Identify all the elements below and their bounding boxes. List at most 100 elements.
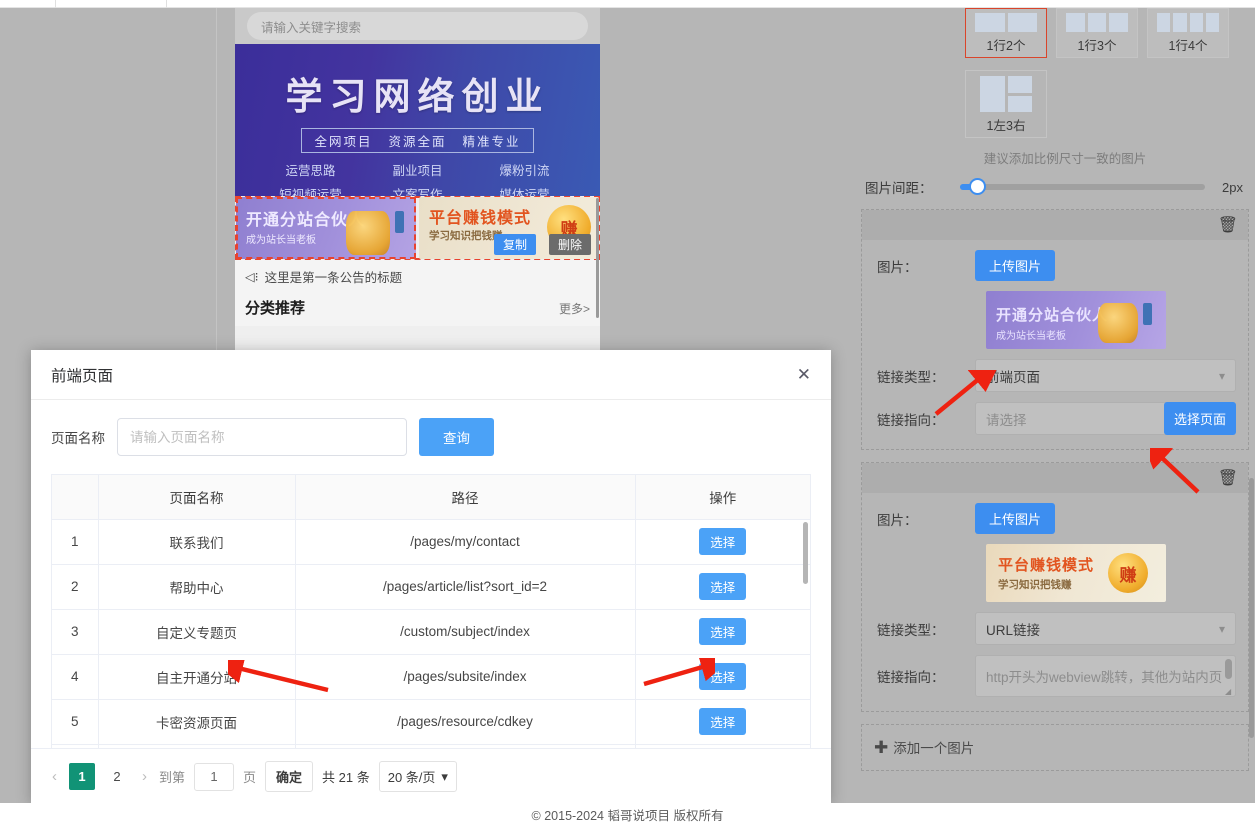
table-row[interactable]: 2 帮助中心 /pages/article/list?sort_id=2 选择: [52, 564, 810, 610]
preview-banner-2[interactable]: 平台赚钱模式 学习知识把钱赚 赚 复制 删除: [419, 197, 599, 259]
table-row[interactable]: 4 自主开通分站 /pages/subsite/index 选择: [52, 654, 810, 700]
image-spacing-slider[interactable]: [960, 178, 1205, 195]
link-type-row: 链接类型： 前端页面 ▾: [870, 359, 1236, 392]
goto-label: 到第: [159, 770, 186, 785]
hero-link: 副业项目: [392, 164, 443, 178]
preview-banner-row[interactable]: 开通分站合伙人 成为站长当老板 平台赚钱模式 学习知识把钱赚 赚 复制 删除: [235, 196, 600, 260]
chevron-down-icon: ▾: [1218, 621, 1225, 636]
select-row-button[interactable]: 选择: [699, 663, 747, 690]
page-table-wrapper: 页面名称 路径 操作 1 联系我们 /pages/my/contact 选择 2: [51, 474, 811, 764]
dialog-title: 前端页面: [51, 367, 114, 385]
select-row-button[interactable]: 选择: [699, 573, 747, 600]
banner-2-title: 平台赚钱模式: [429, 210, 532, 227]
link-type-select[interactable]: URL链接 ▾: [975, 612, 1236, 645]
table-scrollbar[interactable]: [803, 522, 808, 584]
resize-handle-icon[interactable]: ◢: [1225, 687, 1233, 696]
row-page-name: 帮助中心: [98, 564, 296, 610]
link-type-value: URL链接: [986, 622, 1041, 638]
image-thumbnail-2[interactable]: 平台赚钱模式 学习知识把钱赚 赚: [986, 544, 1166, 602]
browser-top-strip: [0, 0, 1255, 8]
search-input[interactable]: [117, 418, 407, 456]
select-page-button[interactable]: 选择页面: [1163, 402, 1236, 435]
link-target-label: 链接指向：: [877, 412, 945, 428]
preview-notice-bar[interactable]: ◁⁝ 这里是第一条公告的标题: [235, 260, 600, 293]
config-panel: 1行2个 1行3个 1行4个 1左3右 建议添加比例尺寸一致的图片 图片间距：: [855, 8, 1255, 803]
hero-tag-row: 全网项目 资源全面 精准专业: [301, 128, 534, 153]
chevron-left-icon[interactable]: ‹: [49, 768, 60, 785]
image-card-1: 🗑 图片： 上传图片 开通分站合伙人 成为站长当老板 链接类型： 前端页面 ▾ …: [861, 209, 1249, 450]
delete-button[interactable]: 删除: [548, 234, 591, 255]
section-title: 分类推荐: [245, 300, 306, 317]
image-card-2: 🗑 图片： 上传图片 平台赚钱模式 学习知识把钱赚 赚 链接类型： URL链接 …: [861, 462, 1249, 712]
layout-option-1row4[interactable]: 1行4个: [1147, 8, 1229, 58]
select-row-button[interactable]: 选择: [699, 528, 747, 555]
preview-search-input[interactable]: 请输入关键字搜索: [247, 12, 588, 40]
query-button[interactable]: 查询: [419, 418, 494, 456]
trash-icon[interactable]: 🗑: [1218, 468, 1238, 488]
layout-thumb-icon: [1057, 9, 1137, 35]
slider-knob[interactable]: [969, 178, 986, 195]
link-target-row: 链接指向： http开头为webview跳转，其他为站内页 ◢: [870, 655, 1236, 697]
select-row-button[interactable]: 选择: [699, 618, 747, 645]
image-label: 图片：: [877, 512, 918, 528]
layout-option-list: 1行2个 1行3个 1行4个: [855, 8, 1255, 58]
config-panel-scrollbar[interactable]: [1249, 478, 1254, 738]
image-spacing-label: 图片间距：: [865, 181, 933, 196]
preview-search-bar: 请输入关键字搜索: [235, 8, 600, 44]
link-type-select[interactable]: 前端页面 ▾: [975, 359, 1236, 392]
layout-thumb-icon: [966, 9, 1046, 35]
front-page-dialog: 前端页面 ✕ 页面名称 查询 页面名称 路径 操作: [31, 350, 831, 804]
coin-stack-icon: [346, 211, 390, 255]
page-size-select[interactable]: 20 条/页 ▾: [378, 761, 457, 792]
layout-option-label: 1行2个: [986, 39, 1026, 53]
image-row: 图片： 上传图片: [870, 250, 1236, 281]
preview-scrollbar[interactable]: [596, 198, 599, 318]
row-path: /custom/subject/index: [295, 609, 636, 655]
row-index: 4: [52, 654, 99, 700]
row-page-name: 自定义专题页: [98, 609, 296, 655]
upload-image-button[interactable]: 上传图片: [975, 503, 1056, 534]
confirm-page-button[interactable]: 确定: [265, 761, 314, 792]
hero-link: 运营思路: [285, 164, 336, 178]
layout-option-1row3[interactable]: 1行3个: [1056, 8, 1138, 58]
table-row[interactable]: 5 卡密资源页面 /pages/resource/cdkey 选择: [52, 699, 810, 745]
row-action: 选择: [635, 609, 810, 655]
app-root: 请输入关键字搜索 学习网络创业 全网项目 资源全面 精准专业 运营思路 副业项目…: [0, 0, 1255, 825]
page-number-1[interactable]: 1: [69, 763, 95, 790]
table-row[interactable]: 3 自定义专题页 /custom/subject/index 选择: [52, 609, 810, 655]
hero-link-grid: 运营思路 副业项目 爆粉引流 短视频运营 文案写作 媒体运营: [235, 160, 600, 196]
image-card-2-header: 🗑: [862, 463, 1248, 493]
link-target-placeholder: http开头为webview跳转，其他为站内页: [986, 670, 1223, 685]
trash-icon[interactable]: 🗑: [1218, 215, 1238, 235]
section-more-link[interactable]: 更多>: [559, 300, 590, 317]
banner-1-subtitle: 成为站长当老板: [246, 235, 316, 246]
goto-page-input[interactable]: [194, 762, 235, 791]
preview-banner-1[interactable]: 开通分站合伙人 成为站长当老板: [236, 197, 416, 259]
link-target-row: 链接指向： 请选择 选择页面: [870, 402, 1236, 435]
layout-option-1left3right[interactable]: 1左3右: [965, 70, 1047, 138]
thumbnail-title: 开通分站合伙人: [996, 307, 1109, 324]
select-row-button[interactable]: 选择: [699, 708, 747, 735]
layout-option-label: 1行3个: [1077, 39, 1117, 53]
table-row[interactable]: 1 联系我们 /pages/my/contact 选择: [52, 519, 810, 565]
page-table: 页面名称 路径 操作 1 联系我们 /pages/my/contact 选择 2: [52, 475, 810, 764]
textarea-scrollbar[interactable]: [1225, 659, 1232, 679]
pagination: ‹ 1 2 › 到第 页 确定 共 21 条 20 条/页 ▾: [31, 748, 831, 804]
layout-option-1row2[interactable]: 1行2个: [965, 8, 1047, 58]
hero-link: 短视频运营: [279, 188, 342, 196]
upload-image-button[interactable]: 上传图片: [975, 250, 1056, 281]
image-card-1-header: 🗑: [862, 210, 1248, 240]
close-icon[interactable]: ✕: [797, 366, 811, 383]
banner-2-subtitle: 学习知识把钱赚: [429, 230, 503, 242]
link-target-textarea[interactable]: http开头为webview跳转，其他为站内页 ◢: [975, 655, 1236, 697]
chevron-right-icon[interactable]: ›: [139, 768, 150, 785]
add-image-button[interactable]: ✚ 添加一个图片: [861, 724, 1249, 771]
row-page-name: 联系我们: [98, 519, 296, 565]
image-thumbnail-1[interactable]: 开通分站合伙人 成为站长当老板: [986, 291, 1166, 349]
page-number-2[interactable]: 2: [104, 763, 130, 790]
row-index: 2: [52, 564, 99, 610]
layout-option-label: 1左3右: [986, 119, 1026, 133]
link-type-label: 链接类型：: [877, 369, 945, 385]
image-row: 图片： 上传图片: [870, 503, 1236, 534]
copy-button[interactable]: 复制: [493, 234, 536, 255]
